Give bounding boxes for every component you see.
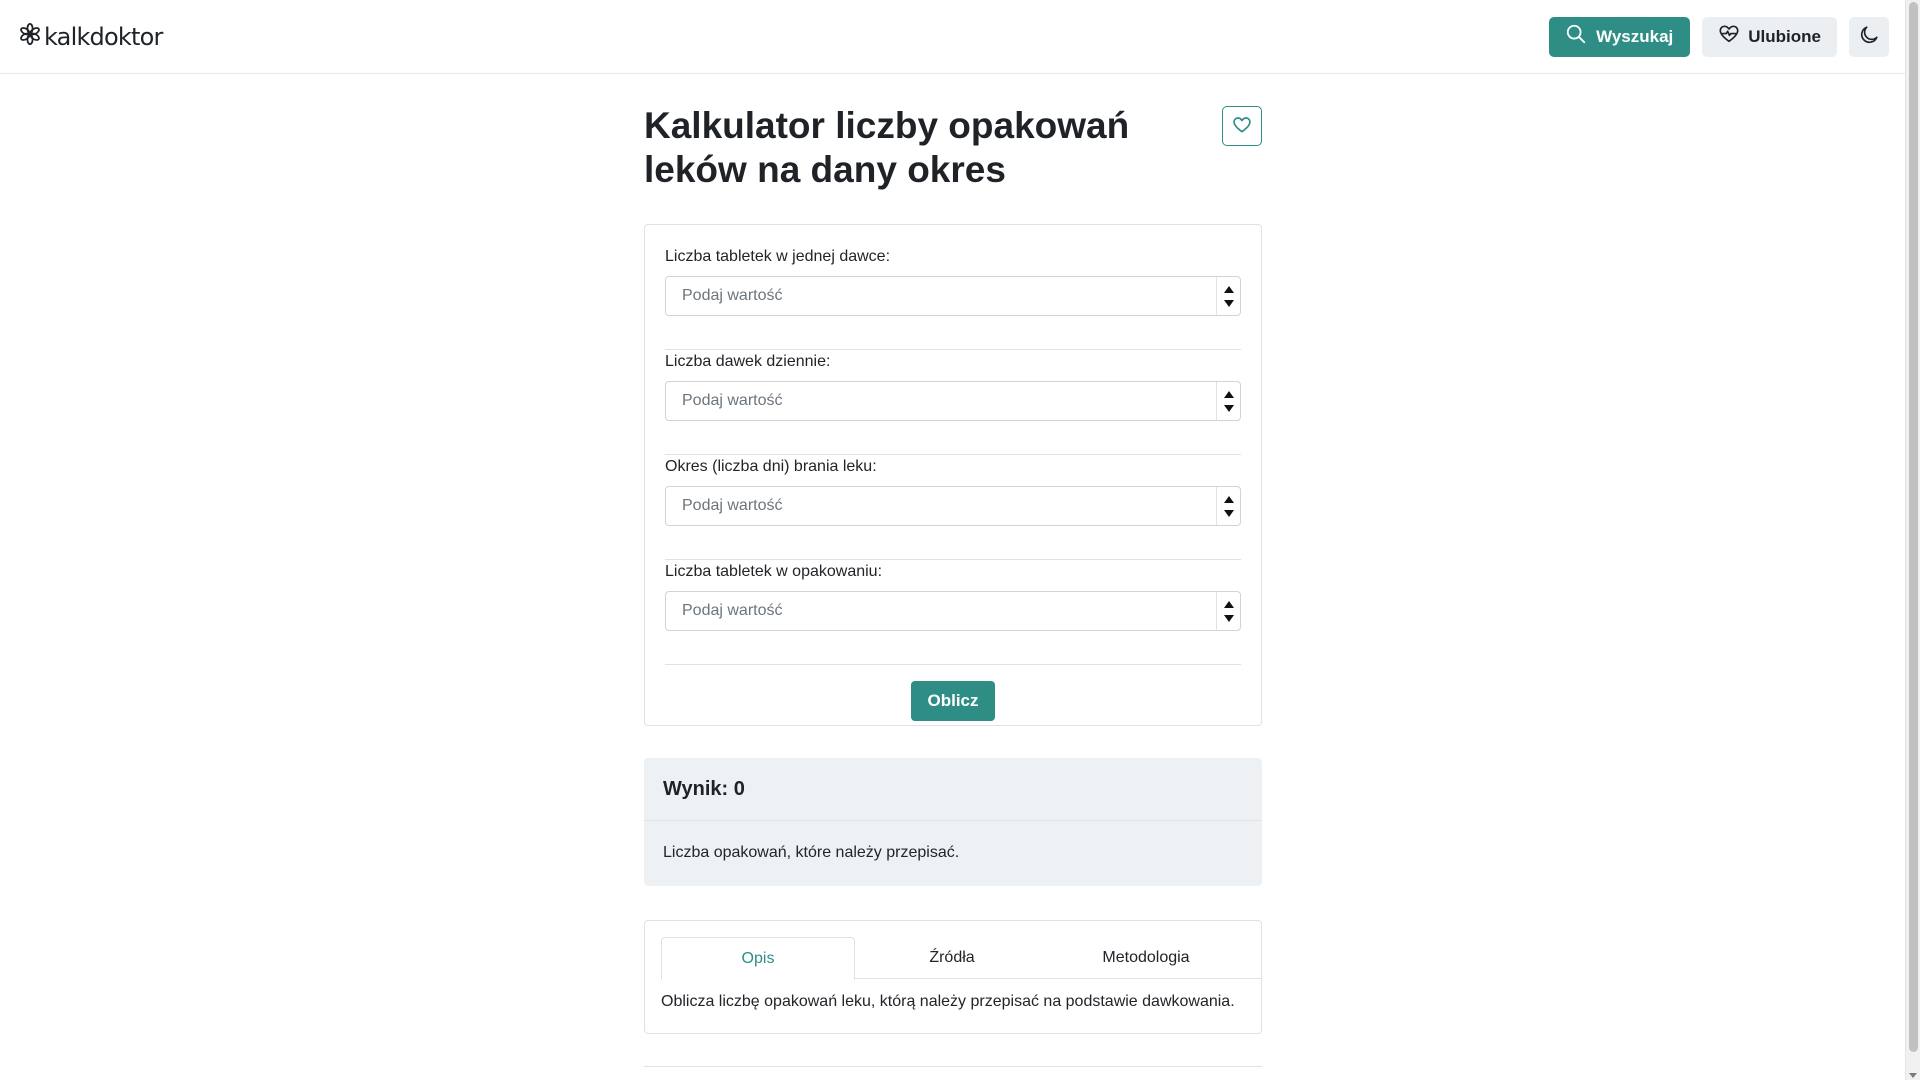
tab-description[interactable]: Opis [661,937,855,980]
spinner-down-icon[interactable] [1223,299,1234,307]
search-button[interactable]: Wyszukaj [1549,16,1691,57]
heart-pulse-icon [1718,23,1740,50]
tab-methodology[interactable]: Metodologia [1049,937,1243,979]
field-doses-per-day: Liczba dawek dziennie: [665,350,1241,455]
header-actions: Wyszukaj Ulubione [1549,16,1889,57]
result-card: Wynik: 0 Liczba opakowań, które należy p… [644,758,1262,886]
field-tablets-per-dose: Liczba tabletek w jednej dawce: [665,245,1241,350]
search-button-label: Wyszukaj [1596,26,1674,46]
calculate-row: Oblicz [665,665,1241,721]
tab-content: Oblicza liczbę opakowań leku, którą nale… [661,993,1235,1010]
info-tabs-card: Opis Źródła Metodologia Oblicza liczbę o… [644,920,1262,1034]
calculator-main: Kalkulator liczby opakowań leków na dany… [644,74,1262,1034]
logo-text: kalkdoktor [44,22,163,51]
page-scrollbar[interactable] [1905,0,1920,1080]
logo-link[interactable]: kalkdoktor [18,22,163,51]
number-input-wrapper [665,486,1241,526]
tablets-per-dose-input[interactable] [666,277,1240,315]
result-heading: Wynik: 0 [644,758,1262,821]
number-input-wrapper [665,276,1241,316]
number-input-wrapper [665,591,1241,631]
spinner-up-icon[interactable] [1223,285,1234,293]
spinner-up-icon[interactable] [1223,600,1234,608]
favorites-button[interactable]: Ulubione [1702,16,1837,57]
theme-toggle-button[interactable] [1849,16,1889,57]
moon-icon [1858,24,1880,49]
scroll-down-arrow-icon[interactable] [1909,1073,1917,1078]
period-days-input[interactable] [666,487,1240,525]
spinner-down-icon[interactable] [1223,509,1234,517]
doses-per-day-input[interactable] [666,382,1240,420]
field-tablets-per-package: Liczba tabletek w opakowaniu: [665,560,1241,665]
number-input-wrapper [665,381,1241,421]
title-row: Kalkulator liczby opakowań leków na dany… [644,74,1262,224]
tab-bar: Opis Źródła Metodologia [661,937,1261,980]
favorites-button-label: Ulubione [1748,26,1821,46]
result-description: Liczba opakowań, które należy przepisać. [663,844,960,861]
tab-sources[interactable]: Źródła [855,937,1049,979]
asterisk-flower-icon [18,22,42,51]
scrollbar-thumb[interactable] [1909,2,1918,1052]
number-spinner[interactable] [1216,382,1240,420]
field-label: Liczba tabletek w jednej dawce: [665,248,891,265]
number-spinner[interactable] [1216,592,1240,630]
add-to-favorites-button[interactable] [1222,106,1262,146]
spinner-down-icon[interactable] [1223,404,1234,412]
tablets-per-package-input[interactable] [666,592,1240,630]
number-spinner[interactable] [1216,487,1240,525]
field-period-days: Okres (liczba dni) brania leku: [665,455,1241,560]
search-icon [1565,23,1587,50]
spinner-up-icon[interactable] [1223,495,1234,503]
top-navbar: kalkdoktor Wyszukaj Ulubione [0,0,1905,74]
heart-icon [1232,115,1252,138]
calculator-form: Liczba tabletek w jednej dawce: Liczba d… [644,224,1262,726]
spinner-down-icon[interactable] [1223,614,1234,622]
footer-divider [644,1066,1262,1067]
field-label: Liczba tabletek w opakowaniu: [665,563,883,580]
spinner-up-icon[interactable] [1223,390,1234,398]
number-spinner[interactable] [1216,277,1240,315]
field-label: Okres (liczba dni) brania leku: [665,458,877,475]
field-label: Liczba dawek dziennie: [665,353,831,370]
page-title: Kalkulator liczby opakowań leków na dany… [644,105,1130,190]
calculate-button[interactable]: Oblicz [911,681,995,721]
